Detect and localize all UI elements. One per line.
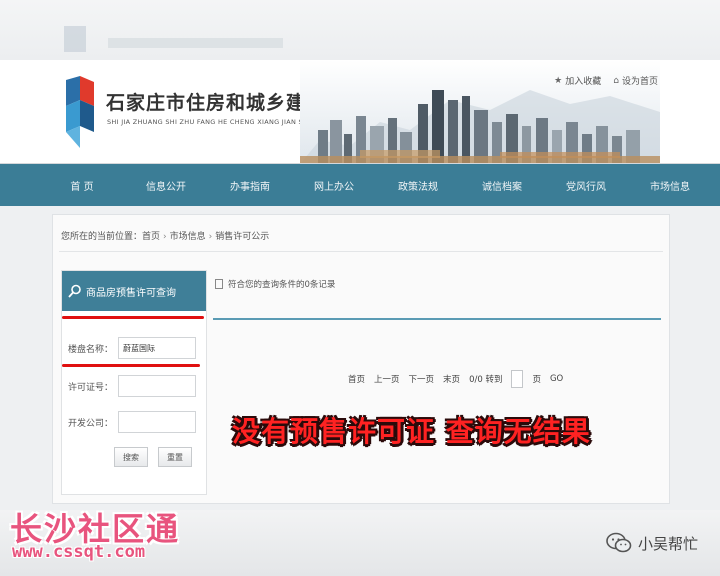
screenshot-page: 石家庄市住房和城乡建设局 SHI JIA ZHUANG SHI ZHU FANG… — [0, 0, 720, 576]
overlay-caption: 没有预售许可证 查询无结果 — [232, 415, 591, 448]
annotation-underline-title — [62, 316, 204, 319]
star-icon: ★ — [554, 75, 563, 86]
main-nav: 首 页 信息公开 办事指南 网上办公 政策法规 诚信档案 党风行风 市场信息 — [0, 164, 720, 206]
top-links: ★ 加入收藏 ⌂ 设为首页 — [554, 74, 658, 88]
home-icon: ⌂ — [613, 75, 619, 86]
results-panel: 符合您的查询条件的0条记录 首页 上一页 下一页 末页 0/0 转到 页 GO — [213, 270, 661, 495]
breadcrumb: 您所在的当前位置：首页 › 市场信息 › 销售许可公示 — [61, 229, 269, 242]
developer-label: 开发公司： — [68, 418, 114, 429]
pager-go-button[interactable]: GO — [550, 374, 563, 384]
set-homepage-link[interactable]: ⌂ 设为首页 — [613, 74, 658, 88]
results-header: 符合您的查询条件的0条记录 — [213, 270, 661, 298]
pager-info: 0/0 转到 — [469, 375, 503, 385]
wechat-badge: 小吴帮忙 — [606, 532, 698, 554]
nav-item-policy[interactable]: 政策法规 — [376, 178, 460, 193]
results-divider — [213, 318, 661, 320]
query-panel-title: 商品房预售许可查询 — [86, 287, 176, 299]
add-favorite-link[interactable]: ★ 加入收藏 — [554, 74, 602, 88]
nav-item-party[interactable]: 党风行风 — [544, 178, 628, 193]
permit-number-label: 许可证号： — [68, 382, 114, 393]
query-panel: 商品房预售许可查询 楼盘名称： 许可证号： 开发公司： 搜索 重置 — [61, 270, 207, 495]
breadcrumb-prefix: 您所在的当前位置： — [61, 232, 143, 242]
pager-first[interactable]: 首页 — [348, 373, 365, 385]
search-button[interactable]: 搜索 — [114, 447, 148, 467]
site-pinyin: SHI JIA ZHUANG SHI ZHU FANG HE CHENG XIA… — [107, 118, 323, 126]
breadcrumb-home[interactable]: 首页 — [142, 232, 160, 242]
wechat-account-name: 小吴帮忙 — [637, 534, 698, 553]
city-bureau-logo-icon[interactable] — [64, 76, 96, 148]
breadcrumb-divider — [59, 251, 663, 252]
pager-prev[interactable]: 上一页 — [374, 373, 400, 385]
ghost-logo — [64, 26, 86, 52]
developer-row: 开发公司： — [68, 411, 196, 433]
project-name-input[interactable] — [118, 337, 196, 359]
permit-number-row: 许可证号： — [68, 375, 196, 397]
nav-item-credit[interactable]: 诚信档案 — [460, 178, 544, 193]
browser-ghost-area — [0, 0, 720, 60]
permit-number-input[interactable] — [118, 375, 196, 397]
pager-page-suffix: 页 — [532, 375, 541, 385]
project-name-row: 楼盘名称： — [68, 337, 196, 359]
nav-item-online-office[interactable]: 网上办公 — [292, 178, 376, 193]
document-icon — [215, 279, 223, 289]
pager-last[interactable]: 末页 — [443, 373, 460, 385]
pager: 首页 上一页 下一页 末页 0/0 转到 页 GO — [348, 370, 563, 388]
nav-item-home[interactable]: 首 页 — [40, 178, 124, 193]
reset-button[interactable]: 重置 — [158, 447, 192, 467]
nav-item-market[interactable]: 市场信息 — [628, 178, 712, 193]
nav-item-info-public[interactable]: 信息公开 — [124, 178, 208, 193]
pager-page-input[interactable] — [511, 370, 524, 388]
main-content: 您所在的当前位置：首页 › 市场信息 › 销售许可公示 商品房预售许可查询 楼盘名称： … — [52, 214, 670, 504]
set-homepage-label: 设为首页 — [621, 77, 658, 87]
breadcrumb-current: 销售许可公示 — [215, 232, 270, 242]
wechat-icon — [606, 532, 632, 553]
nav-item-guide[interactable]: 办事指南 — [208, 178, 292, 193]
ghost-title — [108, 38, 283, 48]
query-panel-header: 商品房预售许可查询 — [62, 271, 206, 311]
add-favorite-label: 加入收藏 — [565, 77, 602, 87]
project-name-label: 楼盘名称： — [68, 344, 114, 355]
breadcrumb-separator: › — [163, 232, 167, 242]
breadcrumb-separator: › — [208, 232, 213, 242]
developer-input[interactable] — [118, 411, 196, 433]
annotation-underline-field — [62, 364, 200, 367]
pager-next[interactable]: 下一页 — [409, 373, 435, 385]
watermark-url: www.cssqt.com — [12, 542, 146, 562]
breadcrumb-market[interactable]: 市场信息 — [170, 232, 206, 242]
results-summary: 符合您的查询条件的0条记录 — [228, 280, 336, 290]
site-header: 石家庄市住房和城乡建设局 SHI JIA ZHUANG SHI ZHU FANG… — [0, 60, 720, 164]
magnifier-icon — [68, 284, 81, 298]
